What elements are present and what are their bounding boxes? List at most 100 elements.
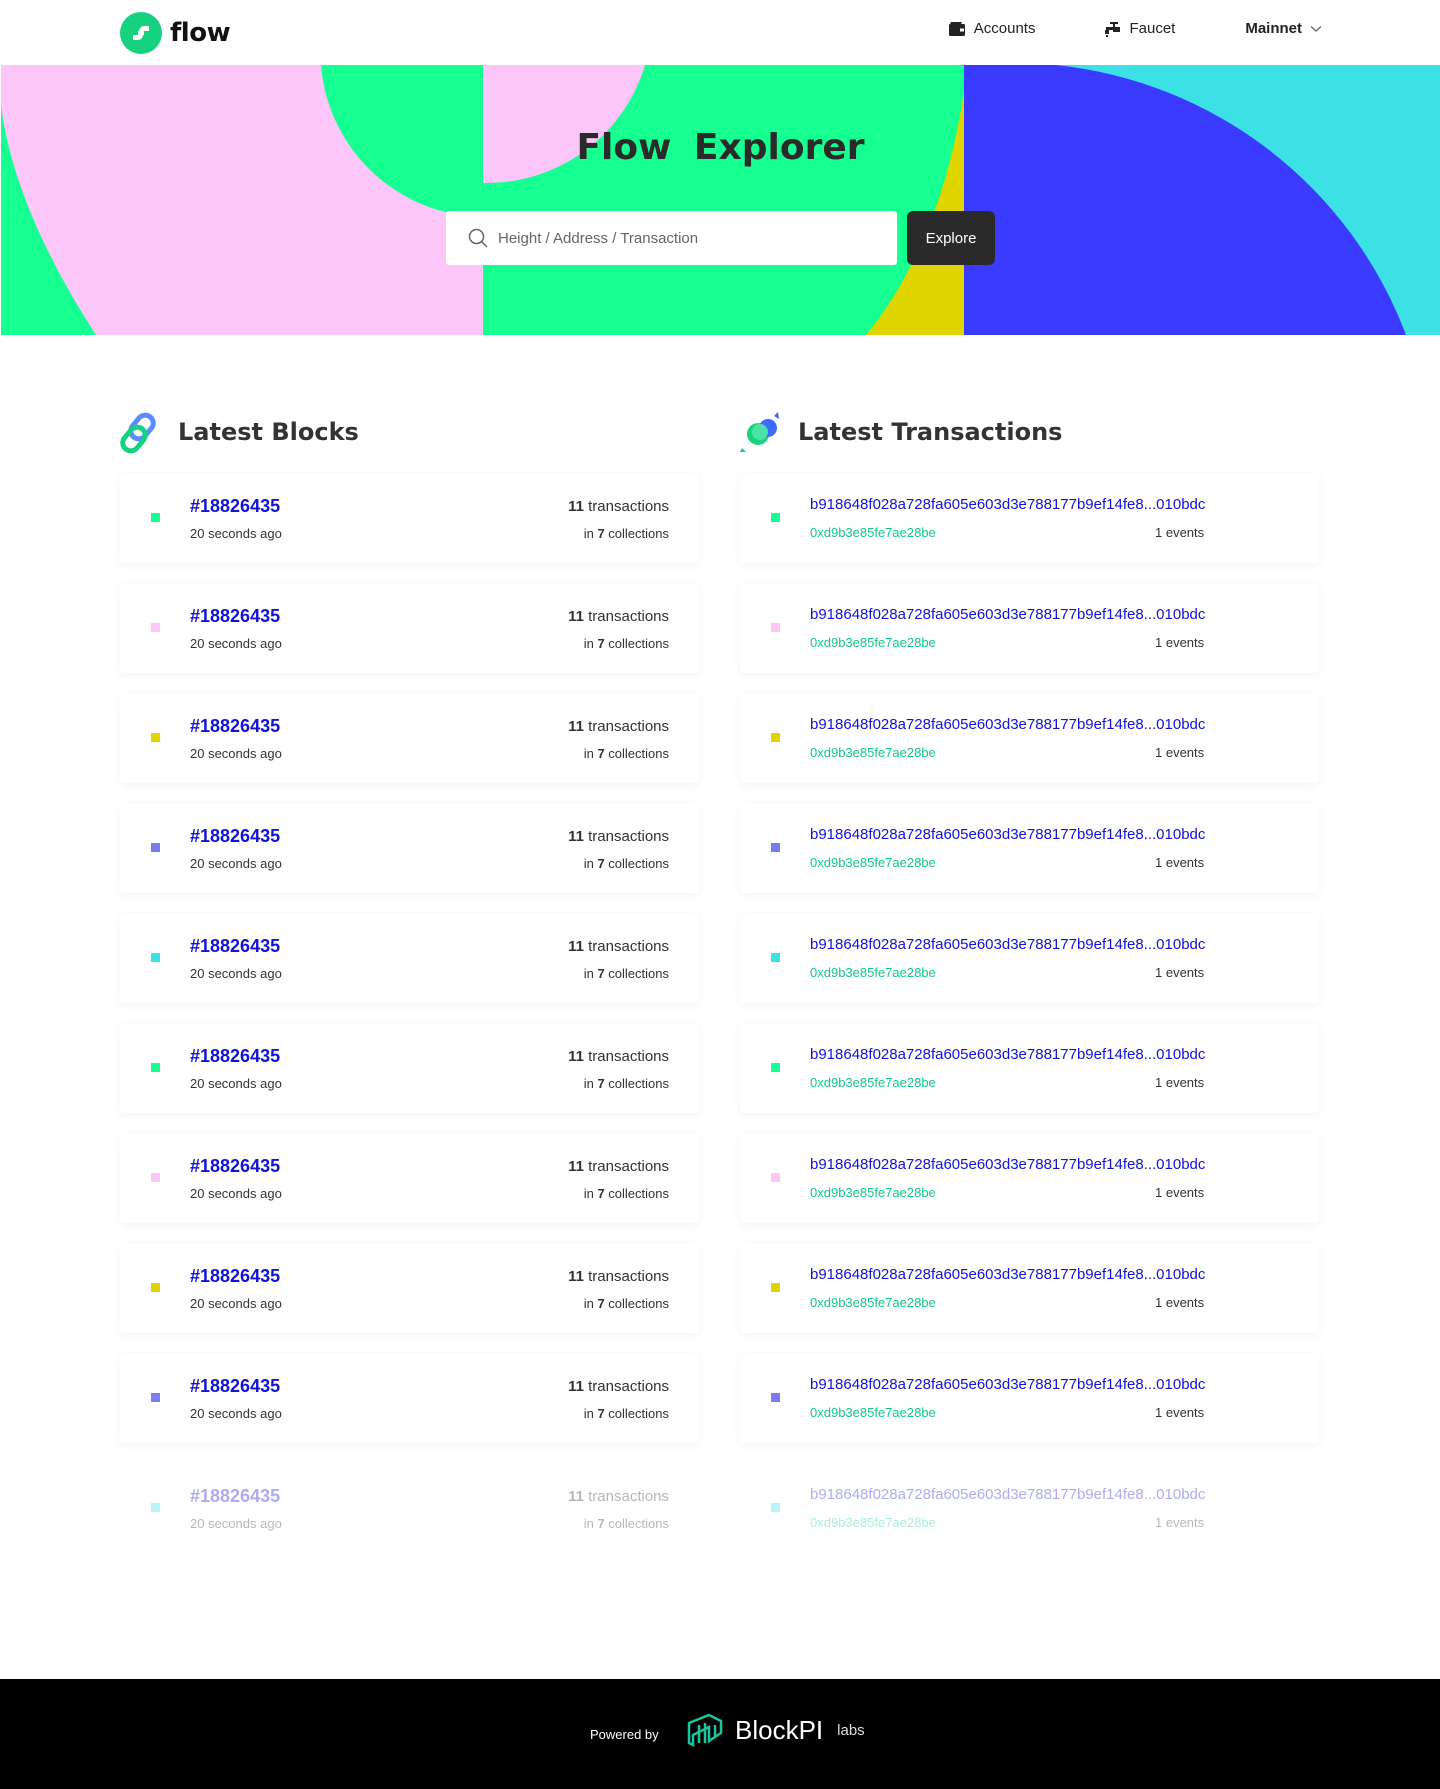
transaction-address-link[interactable]: 0xd9b3e85fe7ae28be xyxy=(810,1405,936,1420)
block-tx-count: 11 transactions xyxy=(568,1378,669,1395)
status-dot xyxy=(771,1503,780,1512)
collection-prefix: in xyxy=(583,636,594,651)
transaction-card[interactable]: b918648f028a728fa605e603d3e788177b9ef14f… xyxy=(740,914,1319,1003)
nav-faucet[interactable]: Faucet xyxy=(1103,20,1175,37)
transaction-hash-link[interactable]: b918648f028a728fa605e603d3e788177b9ef14f… xyxy=(810,1046,1205,1063)
collection-label: collections xyxy=(608,1406,669,1421)
transaction-address-link[interactable]: 0xd9b3e85fe7ae28be xyxy=(810,1295,936,1310)
explore-button[interactable]: Explore xyxy=(907,211,995,265)
block-card[interactable]: #18826435 20 seconds ago 11 transactions in… xyxy=(120,1354,699,1443)
block-time: 20 seconds ago xyxy=(190,1516,282,1531)
transaction-card[interactable]: b918648f028a728fa605e603d3e788177b9ef14f… xyxy=(740,1134,1319,1223)
block-card[interactable]: #18826435 20 seconds ago 11 transactions in… xyxy=(120,1464,699,1553)
transaction-card[interactable]: b918648f028a728fa605e603d3e788177b9ef14f… xyxy=(740,1464,1319,1553)
block-number-link[interactable]: #18826435 xyxy=(190,1266,280,1287)
top-navigation-bar: flow Accounts Faucet Mainnet xyxy=(0,0,1440,65)
status-dot xyxy=(151,953,160,962)
transaction-address-link[interactable]: 0xd9b3e85fe7ae28be xyxy=(810,635,936,650)
collection-prefix: in xyxy=(583,526,594,541)
transaction-hash-link[interactable]: b918648f028a728fa605e603d3e788177b9ef14f… xyxy=(810,1376,1205,1393)
block-number-link[interactable]: #18826435 xyxy=(190,716,280,737)
search-icon xyxy=(468,228,488,248)
flow-logo[interactable]: flow xyxy=(120,12,231,54)
transaction-hash-link[interactable]: b918648f028a728fa605e603d3e788177b9ef14f… xyxy=(810,606,1205,623)
block-number-link[interactable]: #18826435 xyxy=(190,1486,280,1507)
tx-count-value: 11 xyxy=(568,1378,584,1395)
collection-count-value: 7 xyxy=(597,1186,605,1201)
block-card[interactable]: #18826435 20 seconds ago 11 transactions in… xyxy=(120,804,699,893)
block-card[interactable]: #18826435 20 seconds ago 11 transactions in… xyxy=(120,694,699,783)
collection-prefix: in xyxy=(583,1076,594,1091)
block-card[interactable]: #18826435 20 seconds ago 11 transactions in… xyxy=(120,1024,699,1113)
transaction-hash-link[interactable]: b918648f028a728fa605e603d3e788177b9ef14f… xyxy=(810,826,1205,843)
transaction-events: 1 events xyxy=(1155,525,1205,540)
block-number-link[interactable]: #18826435 xyxy=(190,496,280,517)
block-card[interactable]: #18826435 20 seconds ago 11 transactions in… xyxy=(120,584,699,673)
search-bar[interactable] xyxy=(446,211,897,265)
tx-count-value: 11 xyxy=(568,1158,584,1175)
collection-label: collections xyxy=(608,1076,669,1091)
blockpi-logo-icon xyxy=(687,1713,723,1747)
block-card[interactable]: #18826435 20 seconds ago 11 transactions in… xyxy=(120,474,699,563)
block-number-link[interactable]: #18826435 xyxy=(190,936,280,957)
transaction-address-link[interactable]: 0xd9b3e85fe7ae28be xyxy=(810,745,936,760)
block-number-link[interactable]: #18826435 xyxy=(190,1376,280,1397)
block-collection-count: in 7 collections xyxy=(584,1186,669,1201)
transaction-address-link[interactable]: 0xd9b3e85fe7ae28be xyxy=(810,855,936,870)
block-tx-count: 11 transactions xyxy=(568,1488,669,1505)
network-label: Mainnet xyxy=(1245,20,1302,37)
transaction-hash-link[interactable]: b918648f028a728fa605e603d3e788177b9ef14f… xyxy=(810,496,1205,513)
block-tx-count: 11 transactions xyxy=(568,498,669,515)
block-collection-count: in 7 collections xyxy=(584,966,669,981)
transaction-card[interactable]: b918648f028a728fa605e603d3e788177b9ef14f… xyxy=(740,474,1319,563)
status-dot xyxy=(771,1393,780,1402)
tx-count-label: transactions xyxy=(588,498,669,515)
collection-count-value: 7 xyxy=(597,1296,605,1311)
transaction-hash-link[interactable]: b918648f028a728fa605e603d3e788177b9ef14f… xyxy=(810,1266,1205,1283)
block-card[interactable]: #18826435 20 seconds ago 11 transactions in… xyxy=(120,914,699,1003)
nav-faucet-label: Faucet xyxy=(1129,20,1176,37)
tx-count-label: transactions xyxy=(588,1488,669,1505)
block-number-link[interactable]: #18826435 xyxy=(190,1156,280,1177)
collection-count-value: 7 xyxy=(597,526,605,541)
network-selector[interactable]: Mainnet xyxy=(1245,20,1322,37)
transaction-card[interactable]: b918648f028a728fa605e603d3e788177b9ef14f… xyxy=(740,1244,1319,1333)
flow-logo-icon xyxy=(120,12,162,54)
tx-count-label: transactions xyxy=(588,938,669,955)
transaction-card[interactable]: b918648f028a728fa605e603d3e788177b9ef14f… xyxy=(740,584,1319,673)
transaction-card[interactable]: b918648f028a728fa605e603d3e788177b9ef14f… xyxy=(740,1024,1319,1113)
collection-prefix: in xyxy=(583,1186,594,1201)
block-number-link[interactable]: #18826435 xyxy=(190,826,280,847)
transaction-card[interactable]: b918648f028a728fa605e603d3e788177b9ef14f… xyxy=(740,1354,1319,1443)
block-card[interactable]: #18826435 20 seconds ago 11 transactions in… xyxy=(120,1134,699,1223)
brand-name: flow xyxy=(170,18,231,48)
transaction-card[interactable]: b918648f028a728fa605e603d3e788177b9ef14f… xyxy=(740,804,1319,893)
transfer-icon xyxy=(740,412,779,452)
status-dot xyxy=(771,1173,780,1182)
block-number-link[interactable]: #18826435 xyxy=(190,606,280,627)
transaction-address-link[interactable]: 0xd9b3e85fe7ae28be xyxy=(810,525,936,540)
block-collection-count: in 7 collections xyxy=(584,636,669,651)
block-card[interactable]: #18826435 20 seconds ago 11 transactions in… xyxy=(120,1244,699,1333)
transaction-address-link[interactable]: 0xd9b3e85fe7ae28be xyxy=(810,1075,936,1090)
status-dot xyxy=(151,1503,160,1512)
transaction-hash-link[interactable]: b918648f028a728fa605e603d3e788177b9ef14f… xyxy=(810,716,1205,733)
search-input[interactable] xyxy=(498,229,878,247)
blockpi-logo[interactable]: BlockPI labs xyxy=(685,1713,865,1747)
block-tx-count: 11 transactions xyxy=(568,1268,669,1285)
transaction-card[interactable]: b918648f028a728fa605e603d3e788177b9ef14f… xyxy=(740,694,1319,783)
transaction-address-link[interactable]: 0xd9b3e85fe7ae28be xyxy=(810,1185,936,1200)
transaction-hash-link[interactable]: b918648f028a728fa605e603d3e788177b9ef14f… xyxy=(810,1486,1205,1503)
latest-blocks-header: Latest Blocks xyxy=(118,410,359,454)
transaction-hash-link[interactable]: b918648f028a728fa605e603d3e788177b9ef14f… xyxy=(810,936,1205,953)
transaction-address-link[interactable]: 0xd9b3e85fe7ae28be xyxy=(810,965,936,980)
collection-count-value: 7 xyxy=(597,636,605,651)
status-dot xyxy=(151,513,160,522)
nav-accounts-label: Accounts xyxy=(973,20,1036,37)
transaction-address-link[interactable]: 0xd9b3e85fe7ae28be xyxy=(810,1515,936,1530)
transaction-hash-link[interactable]: b918648f028a728fa605e603d3e788177b9ef14f… xyxy=(810,1156,1205,1173)
status-dot xyxy=(151,1173,160,1182)
nav-accounts[interactable]: Accounts xyxy=(948,20,1036,37)
status-dot xyxy=(151,1063,160,1072)
block-number-link[interactable]: #18826435 xyxy=(190,1046,280,1067)
